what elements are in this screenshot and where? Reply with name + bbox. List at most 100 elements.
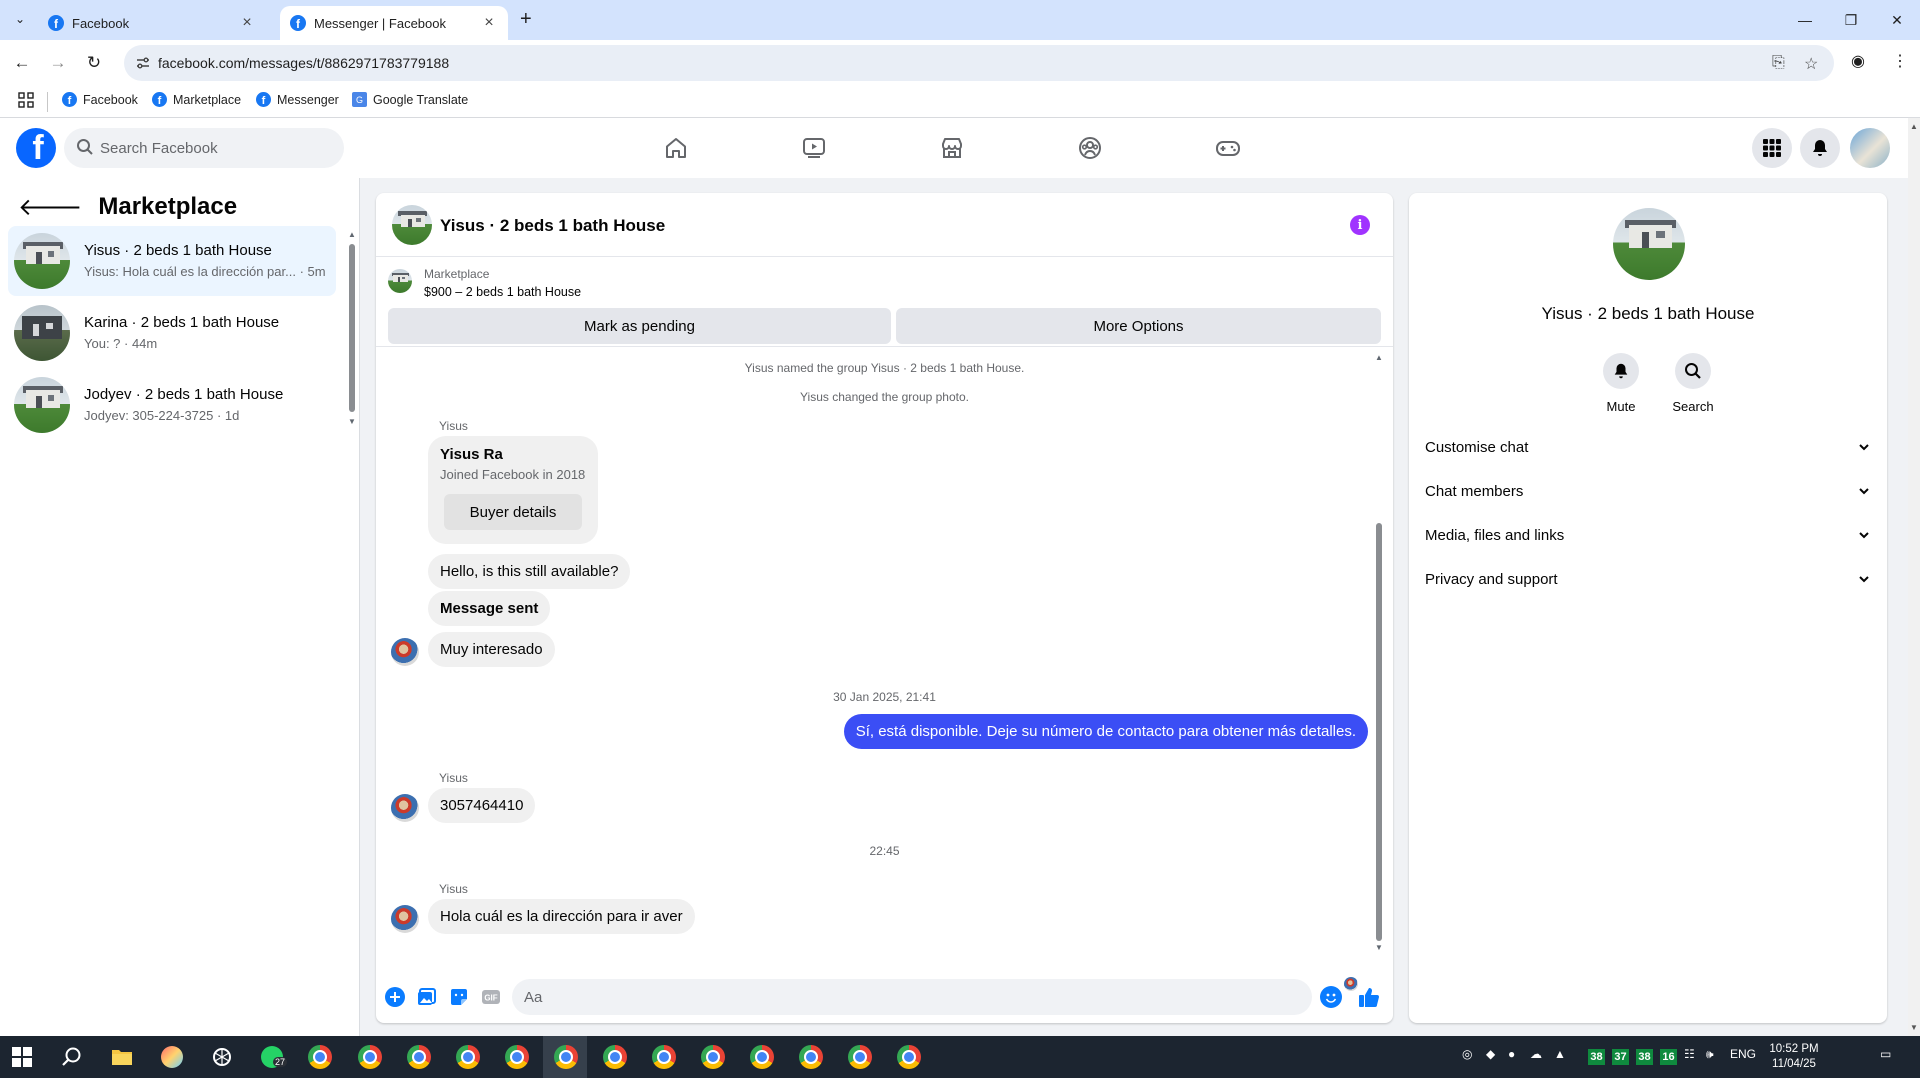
- conversation-item[interactable]: Karina · 2 beds 1 bath House You: ? · 44…: [8, 298, 336, 368]
- chat-title[interactable]: Yisus · 2 beds 1 bath House: [440, 216, 665, 236]
- chrome-icon[interactable]: [552, 1043, 580, 1071]
- emoji-icon[interactable]: [1320, 986, 1342, 1008]
- site-info-icon[interactable]: [134, 54, 152, 72]
- taskbar-search-icon[interactable]: [58, 1043, 86, 1071]
- message-bubble[interactable]: Hola cuál es la dirección para ir aver: [428, 899, 695, 934]
- sender-avatar[interactable]: [391, 794, 419, 822]
- minimize-button[interactable]: —: [1782, 6, 1828, 34]
- sticker-icon[interactable]: [448, 986, 470, 1008]
- new-tab-button[interactable]: +: [520, 8, 532, 31]
- search-in-chat-button[interactable]: Search: [1663, 353, 1723, 414]
- chrome-icon[interactable]: [895, 1043, 923, 1071]
- volume-icon[interactable]: 🕪: [1706, 1047, 1714, 1062]
- mark-as-pending-button[interactable]: Mark as pending: [388, 308, 891, 344]
- nav-home[interactable]: [656, 130, 696, 166]
- conversation-item[interactable]: Jodyev · 2 beds 1 bath House Jodyev: 305…: [8, 370, 336, 440]
- conversation-list-scrollbar[interactable]: ▲ ▼: [348, 230, 356, 426]
- browser-menu-icon[interactable]: ⋮: [1892, 51, 1908, 71]
- start-windows-icon[interactable]: [8, 1043, 36, 1071]
- tab-close-icon[interactable]: ×: [238, 14, 256, 32]
- account-avatar[interactable]: [1850, 128, 1890, 168]
- scrollbar-thumb[interactable]: [349, 244, 355, 412]
- section-chat-members[interactable]: Chat members: [1417, 471, 1879, 511]
- message-bubble[interactable]: Muy interesado: [428, 632, 555, 667]
- scroll-up-icon[interactable]: ▲: [348, 230, 356, 239]
- back-arrow-icon[interactable]: 🡐: [18, 192, 82, 222]
- plus-actions-icon[interactable]: [384, 986, 406, 1008]
- section-customise-chat[interactable]: Customise chat: [1417, 427, 1879, 467]
- app-icon[interactable]: [158, 1043, 186, 1071]
- message-bubble[interactable]: Message sent: [428, 591, 551, 626]
- notifications-button[interactable]: [1800, 128, 1840, 168]
- chrome-icon[interactable]: [846, 1043, 874, 1071]
- menu-button[interactable]: [1752, 128, 1792, 168]
- scrollbar-thumb[interactable]: [1376, 523, 1382, 941]
- forward-button[interactable]: →: [45, 50, 71, 76]
- bookmark-messenger[interactable]: f Messenger: [256, 92, 339, 107]
- conversation-item[interactable]: Yisus · 2 beds 1 bath House Yisus: Hola …: [8, 226, 336, 296]
- more-options-button[interactable]: More Options: [896, 308, 1381, 344]
- tab-close-icon[interactable]: ×: [480, 14, 498, 32]
- bookmark-marketplace[interactable]: f Marketplace: [152, 92, 241, 107]
- buyer-details-button[interactable]: Buyer details: [444, 494, 582, 530]
- sender-avatar[interactable]: [391, 905, 419, 933]
- restore-button[interactable]: ❐: [1828, 6, 1874, 34]
- browser-tab-facebook[interactable]: f Facebook ×: [38, 6, 266, 40]
- chrome-icon[interactable]: [356, 1043, 384, 1071]
- message-bubble[interactable]: Hello, is this still available?: [428, 554, 631, 589]
- facebook-logo-icon[interactable]: f: [16, 128, 56, 168]
- apps-grid-icon[interactable]: [18, 92, 34, 112]
- browser-tab-messenger[interactable]: f Messenger | Facebook ×: [280, 6, 508, 40]
- chrome-icon[interactable]: [503, 1043, 531, 1071]
- search-input[interactable]: [100, 128, 330, 168]
- whatsapp-icon[interactable]: 27: [258, 1043, 288, 1071]
- attach-photo-icon[interactable]: [416, 986, 438, 1008]
- file-explorer-icon[interactable]: [108, 1043, 136, 1071]
- notifications-icon[interactable]: ▭: [1880, 1047, 1891, 1061]
- message-input[interactable]: [512, 979, 1312, 1015]
- outgoing-message-bubble[interactable]: Sí, está disponible. Deje su número de c…: [843, 714, 1368, 749]
- chrome-icon[interactable]: [306, 1043, 334, 1071]
- tray-app-icon[interactable]: ▲: [1554, 1047, 1566, 1061]
- back-button[interactable]: ←: [9, 50, 35, 76]
- scroll-up-icon[interactable]: ▲: [1910, 122, 1918, 131]
- page-scrollbar[interactable]: ▲ ▼: [1908, 118, 1920, 1036]
- chrome-icon[interactable]: [748, 1043, 776, 1071]
- chat-scrollbar[interactable]: ▲ ▼: [1374, 353, 1384, 953]
- reload-button[interactable]: ↻: [81, 50, 107, 76]
- listing-price[interactable]: $900 – 2 beds 1 bath House: [424, 285, 581, 299]
- nav-marketplace[interactable]: [932, 130, 972, 166]
- bookmark-google-translate[interactable]: G Google Translate: [352, 92, 468, 107]
- system-clock[interactable]: 10:52 PM 11/04/25: [1762, 1042, 1826, 1072]
- address-bar[interactable]: facebook.com/messages/t/8862971783779188…: [124, 45, 1834, 81]
- section-privacy-support[interactable]: Privacy and support: [1417, 559, 1879, 599]
- tray-app-icon[interactable]: ◎: [1462, 1047, 1472, 1061]
- chat-thumbnail[interactable]: [392, 205, 432, 245]
- nav-groups[interactable]: [1070, 130, 1110, 166]
- scroll-down-icon[interactable]: ▼: [1375, 943, 1383, 952]
- gif-icon[interactable]: GIF: [480, 986, 502, 1008]
- tab-search-button[interactable]: ⌄: [8, 7, 32, 31]
- chrome-icon[interactable]: [699, 1043, 727, 1071]
- close-window-button[interactable]: ✕: [1874, 6, 1920, 34]
- section-media-files-links[interactable]: Media, files and links: [1417, 515, 1879, 555]
- chrome-icon[interactable]: [405, 1043, 433, 1071]
- nav-gaming[interactable]: [1208, 130, 1248, 166]
- tray-app-icon[interactable]: ◆: [1486, 1047, 1495, 1061]
- tray-app-icon[interactable]: ●: [1508, 1047, 1515, 1061]
- nav-video[interactable]: [794, 130, 834, 166]
- bookmark-star-icon[interactable]: ☆: [1804, 54, 1818, 74]
- sender-avatar[interactable]: [391, 638, 419, 666]
- like-thumb-icon[interactable]: [1358, 986, 1380, 1008]
- scroll-up-icon[interactable]: ▲: [1375, 353, 1383, 362]
- info-icon[interactable]: i: [1350, 215, 1370, 235]
- chatgpt-icon[interactable]: [208, 1043, 236, 1071]
- scroll-down-icon[interactable]: ▼: [348, 417, 356, 426]
- chrome-icon[interactable]: [601, 1043, 629, 1071]
- onedrive-icon[interactable]: ☁: [1530, 1047, 1542, 1061]
- language-indicator[interactable]: ENG: [1730, 1047, 1756, 1061]
- scroll-down-icon[interactable]: ▼: [1910, 1023, 1918, 1032]
- chrome-icon[interactable]: [454, 1043, 482, 1071]
- chrome-icon[interactable]: [797, 1043, 825, 1071]
- bookmark-facebook[interactable]: f Facebook: [62, 92, 138, 107]
